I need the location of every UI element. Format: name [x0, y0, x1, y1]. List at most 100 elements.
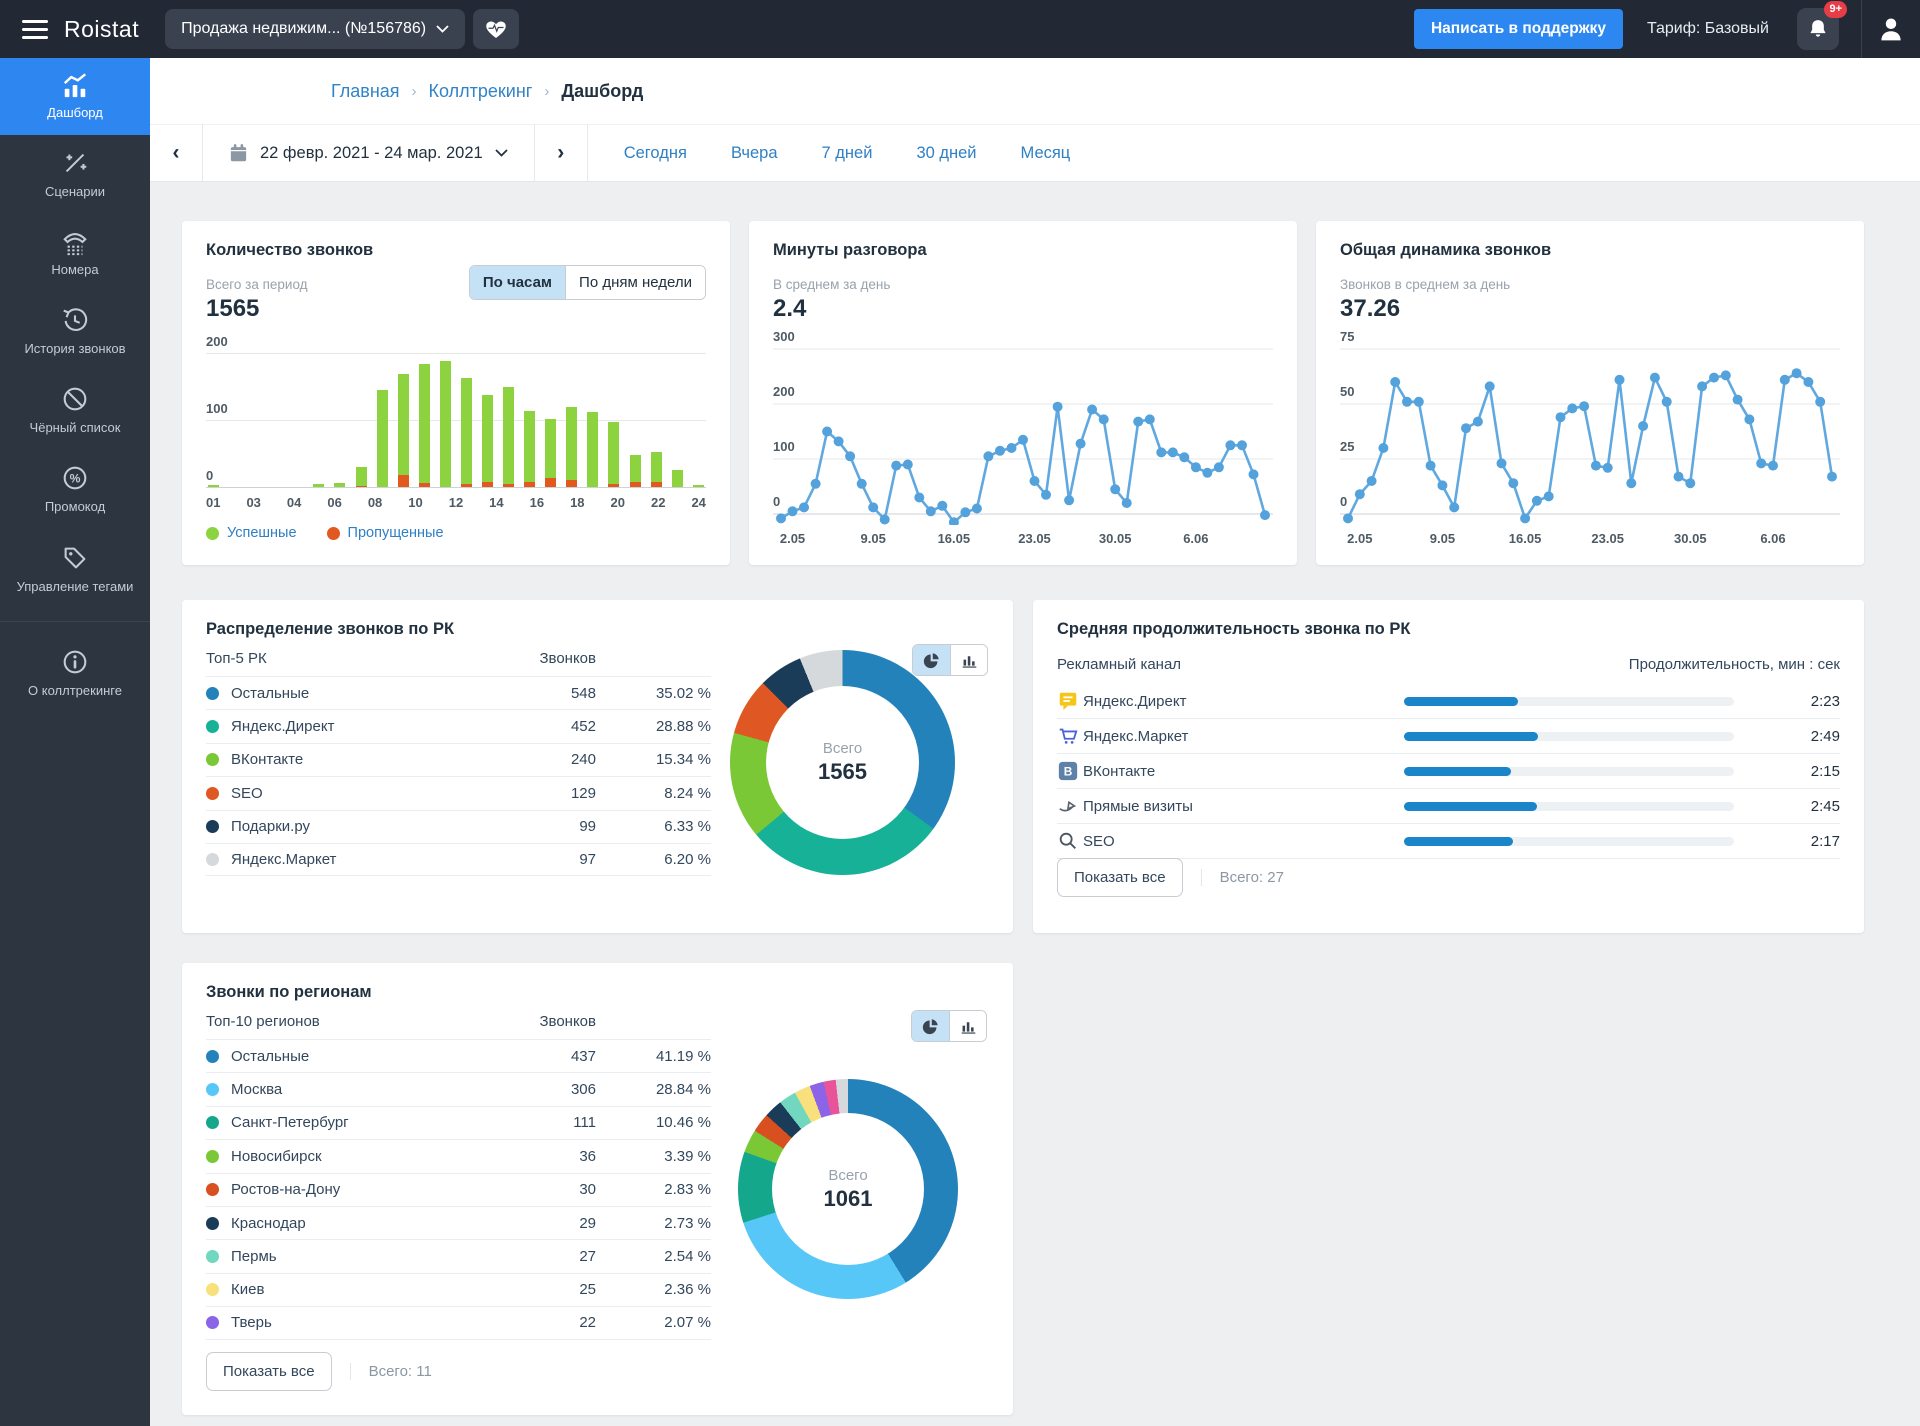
toggle-by-weekdays[interactable]: По дням недели: [565, 266, 705, 299]
row-percent: 41.19 %: [596, 1048, 711, 1065]
project-selector[interactable]: Продажа недвижим... (№156786): [165, 9, 465, 49]
breadcrumb-home[interactable]: Главная: [331, 81, 400, 102]
sidebar-item-blacklist[interactable]: Чёрный список: [0, 371, 150, 450]
regions-table: Топ-10 регионов Звонков Остальные43741.1…: [206, 1013, 711, 1340]
sidebar-item-tags[interactable]: Управление тегами: [0, 530, 150, 609]
bar-view-button[interactable]: [949, 1011, 986, 1041]
duration-bar-fill: [1404, 837, 1513, 846]
period-today[interactable]: Сегодня: [624, 144, 687, 163]
table-row[interactable]: Ростов-на-Дону302.83 %: [206, 1173, 711, 1206]
pie-view-button[interactable]: [912, 1011, 949, 1041]
table-row[interactable]: SEO1298.24 %: [206, 776, 711, 809]
table-row[interactable]: Москва30628.84 %: [206, 1072, 711, 1105]
show-all-button[interactable]: Показать все: [1057, 858, 1183, 897]
table-row[interactable]: Подарки.ру996.33 %: [206, 810, 711, 843]
donut-center-value: 1565: [818, 759, 867, 785]
calls-dynamics-card: Общая динамика звонков Звонков в среднем…: [1316, 221, 1864, 565]
period-month[interactable]: Месяц: [1021, 144, 1071, 163]
sidebar-item-call-history[interactable]: История звонков: [0, 292, 150, 371]
row-label: Остальные: [231, 1048, 501, 1065]
row-label: Москва: [231, 1081, 501, 1098]
period-30days[interactable]: 30 дней: [916, 144, 976, 163]
table-row[interactable]: Пермь272.54 %: [206, 1239, 711, 1272]
missed-dot: [327, 527, 340, 540]
y-axis-label: 0: [1340, 494, 1347, 509]
row-value: 240: [501, 751, 596, 768]
period-yesterday[interactable]: Вчера: [731, 144, 778, 163]
row-label: ВКонтакте: [231, 751, 501, 768]
row-percent: 2.83 %: [596, 1181, 711, 1198]
duration-bar-fill: [1404, 732, 1538, 741]
next-period-button[interactable]: ›: [535, 141, 587, 165]
table-row[interactable]: Яндекс.Маркет976.20 %: [206, 843, 711, 876]
x-axis-label: 2.05: [1347, 531, 1372, 546]
bar-hour-8: [356, 353, 367, 487]
row-label: Подарки.ру: [231, 818, 501, 835]
channel-label: Яндекс.Маркет: [1083, 728, 1338, 745]
series-color-dot: [206, 1183, 219, 1196]
call-history-icon: [60, 305, 90, 335]
x-axis-label: 12: [449, 495, 463, 510]
support-button[interactable]: Написать в поддержку: [1414, 9, 1623, 49]
pie-view-button[interactable]: [913, 645, 950, 675]
channels-table: Топ-5 РК Звонков Остальные54835.02 %Янде…: [206, 650, 711, 876]
x-axis-label: 18: [570, 495, 584, 510]
date-range-picker[interactable]: 22 февр. 2021 - 24 мар. 2021: [203, 143, 534, 163]
sidebar-item-numbers[interactable]: Номера: [0, 215, 150, 292]
table-row[interactable]: Остальные43741.19 %: [206, 1039, 711, 1072]
table-row[interactable]: Новосибирск363.39 %: [206, 1139, 711, 1172]
sidebar-item-dashboard[interactable]: Дашборд: [0, 58, 150, 135]
table-row[interactable]: ВКонтакте24015.34 %: [206, 743, 711, 776]
sidebar-item-promocode[interactable]: % Промокод: [0, 450, 150, 529]
table-row[interactable]: Яндекс.Директ45228.88 %: [206, 709, 711, 742]
table-row[interactable]: Остальные54835.02 %: [206, 676, 711, 709]
sidebar-item-scenarios[interactable]: Сценарии: [0, 135, 150, 214]
row-percent: 10.46 %: [596, 1114, 711, 1131]
show-all-button[interactable]: Показать все: [206, 1352, 332, 1391]
user-avatar[interactable]: [1862, 14, 1920, 44]
x-axis-label: 10: [408, 495, 422, 510]
bar-hour-6: [313, 353, 324, 487]
bar-chart-icon: [960, 1018, 977, 1035]
date-range-label: 22 февр. 2021 - 24 мар. 2021: [260, 144, 483, 163]
row-value: 129: [501, 785, 596, 802]
table-row[interactable]: Краснодар292.73 %: [206, 1206, 711, 1239]
row-percent: 35.02 %: [596, 685, 711, 702]
quick-period-links: Сегодня Вчера 7 дней 30 дней Месяц: [624, 144, 1071, 163]
series-color-dot: [206, 1217, 219, 1230]
table-row[interactable]: Киев252.36 %: [206, 1273, 711, 1306]
dashboard-content: Количество звонков Всего за период 1565 …: [150, 182, 1920, 1426]
svg-text:%: %: [70, 472, 81, 486]
prev-period-button[interactable]: ‹: [150, 141, 202, 165]
metric-value: 2.4: [773, 295, 1273, 323]
hamburger-menu-icon[interactable]: [22, 15, 48, 44]
sidebar-item-about-calltracking[interactable]: О коллтрекинге: [0, 634, 150, 713]
legend-missed[interactable]: Пропущенные: [327, 525, 444, 541]
heart-pulse-icon: [484, 18, 508, 40]
x-axis-label: 03: [246, 495, 260, 510]
table-row[interactable]: Тверь222.07 %: [206, 1306, 711, 1339]
bar-view-button[interactable]: [950, 645, 987, 675]
toggle-by-hours[interactable]: По часам: [470, 266, 565, 299]
table-row[interactable]: Санкт-Петербург11110.46 %: [206, 1106, 711, 1139]
bar-hour-18: [566, 353, 577, 487]
row-percent: 2.73 %: [596, 1215, 711, 1232]
bar-hour-22: [651, 353, 662, 487]
row-label: Киев: [231, 1281, 501, 1298]
blacklist-icon: [60, 384, 90, 414]
row-value: 111: [501, 1114, 596, 1131]
card-title: Количество звонков: [206, 241, 706, 260]
x-axis-label: 22: [651, 495, 665, 510]
legend-successful[interactable]: Успешные: [206, 525, 297, 541]
card-title: Общая динамика звонков: [1340, 241, 1840, 260]
bar-hour-4: [271, 353, 282, 487]
x-axis-label: 6.06: [1760, 531, 1785, 546]
breadcrumb-calltracking[interactable]: Коллтрекинг: [429, 81, 533, 102]
numbers-icon: [60, 228, 90, 256]
health-monitor-button[interactable]: [473, 9, 519, 49]
calls-count-card: Количество звонков Всего за период 1565 …: [182, 221, 730, 565]
duration-row: SEO2:17: [1057, 824, 1840, 859]
notifications-button[interactable]: 9+: [1797, 8, 1839, 50]
period-7days[interactable]: 7 дней: [822, 144, 873, 163]
row-label: Краснодар: [231, 1215, 501, 1232]
